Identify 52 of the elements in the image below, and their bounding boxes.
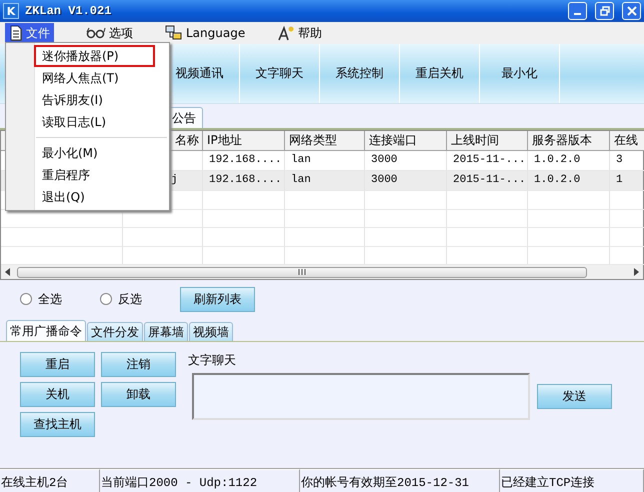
- column-header[interactable]: IP地址: [203, 131, 285, 151]
- command-button[interactable]: 卸载: [101, 382, 176, 407]
- tab[interactable]: 文件分发: [87, 322, 143, 341]
- window-title: ZKLan V1.021: [25, 4, 112, 18]
- toolbar-button[interactable]: 系统控制: [320, 44, 400, 103]
- menu-item[interactable]: 选项: [82, 23, 137, 43]
- column-header[interactable]: 在线: [610, 131, 644, 151]
- chat-input[interactable]: [192, 373, 530, 420]
- close-button[interactable]: [622, 2, 641, 20]
- refresh-list-button[interactable]: 刷新列表: [180, 286, 255, 312]
- menu-item[interactable]: 文件: [5, 23, 54, 43]
- app-logo: K: [3, 3, 19, 19]
- chat-label: 文字聊天: [188, 352, 237, 369]
- left-arrow-icon[interactable]: [5, 268, 11, 276]
- tab[interactable]: 视频墙: [189, 322, 233, 341]
- menu-option[interactable]: 网络人焦点(T): [34, 67, 155, 89]
- network-icon: [165, 25, 183, 41]
- command-button[interactable]: 注销: [101, 352, 176, 377]
- font-icon: [277, 25, 296, 41]
- column-header[interactable]: 服务器版本: [528, 131, 610, 151]
- menu-item[interactable]: 帮助: [273, 23, 326, 43]
- command-button[interactable]: 关机: [20, 382, 95, 407]
- glasses-icon: [86, 27, 106, 39]
- menu-option[interactable]: 迷你播放器(P): [34, 45, 155, 67]
- column-header[interactable]: 上线时间: [447, 131, 528, 151]
- scrollbar-thumb[interactable]: [17, 266, 587, 278]
- tab[interactable]: 屏幕墙: [144, 322, 188, 341]
- minimize-button[interactable]: [568, 2, 587, 20]
- command-button[interactable]: 重启: [20, 352, 95, 377]
- tab[interactable]: 常用广播命令: [6, 320, 86, 341]
- status-text: 在线主机2台: [1, 476, 68, 490]
- restore-icon: [600, 6, 610, 16]
- toolbar-button[interactable]: 重启关机: [400, 44, 480, 103]
- column-header[interactable]: 网络类型: [285, 131, 365, 151]
- menu-option[interactable]: 读取日志(L): [34, 111, 155, 133]
- grip-icon: [298, 269, 306, 276]
- restore-button[interactable]: [595, 2, 614, 20]
- radio-option[interactable]: 全选: [20, 290, 100, 308]
- command-button[interactable]: 查找主机: [20, 412, 95, 437]
- column-header[interactable]: 连接端口: [365, 131, 447, 151]
- status-text: 你的帐号有效期至2015-12-31: [301, 476, 470, 490]
- close-icon: [626, 6, 636, 16]
- status-text: 已经建立TCP连接: [501, 476, 595, 490]
- right-arrow-icon[interactable]: [633, 268, 639, 276]
- radio-option[interactable]: 反选: [100, 290, 180, 308]
- menu-item[interactable]: Language: [161, 23, 250, 43]
- toolbar-button[interactable]: 最小化: [480, 44, 560, 103]
- menu-option[interactable]: 告诉朋友(I): [34, 89, 155, 111]
- toolbar-button[interactable]: 文字聊天: [240, 44, 320, 103]
- horizontal-scrollbar[interactable]: [1, 265, 643, 280]
- status-text: 当前端口2000 - Udp:1122: [101, 476, 258, 490]
- send-button[interactable]: 发送: [537, 384, 612, 409]
